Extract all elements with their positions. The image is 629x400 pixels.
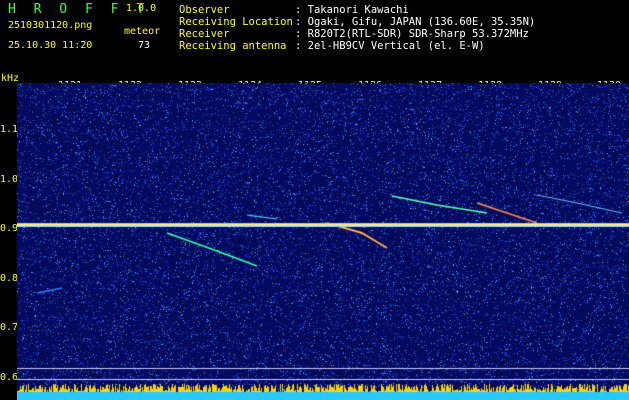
y-tick-0-7: 0.7 — [0, 322, 19, 333]
location-label: Receiving Location — [179, 16, 293, 28]
observer-value: : Takanori Kawachi — [295, 4, 409, 16]
image-filename: 2510301120.png — [8, 20, 93, 31]
header-panel: H R O F F T 1.0.0 2510301120.png 25.10.3… — [0, 0, 629, 91]
y-tick-0-9: 0.9 — [0, 223, 19, 234]
antenna-label: Receiving antenna — [179, 40, 287, 52]
spectrogram-panel — [17, 83, 629, 400]
antenna-value: : 2el-HB9CV Vertical (el. E-W) — [295, 40, 485, 52]
y-tick-0-8: 0.8 — [0, 273, 19, 284]
spectrogram — [17, 83, 629, 400]
location-value: : Ogaki, Gifu, JAPAN (136.60E, 35.35N) — [295, 16, 536, 28]
meteor-label: meteor — [124, 26, 161, 37]
image-timestamp: 25.10.30 11:20 — [8, 40, 93, 51]
app-version: 1.0.0 — [126, 3, 157, 14]
y-tick-0-6: 0.6 — [0, 372, 19, 383]
y-tick-1-0: 1.0 — [0, 174, 19, 185]
meteor-count: 73 — [138, 40, 151, 51]
y-tick-1-1: 1.1 — [0, 124, 19, 135]
receiver-label: Receiver — [179, 28, 230, 40]
receiver-value: : R820T2(RTL-SDR) SDR-Sharp 53.372MHz — [295, 28, 529, 40]
observer-label: Observer — [179, 4, 230, 16]
